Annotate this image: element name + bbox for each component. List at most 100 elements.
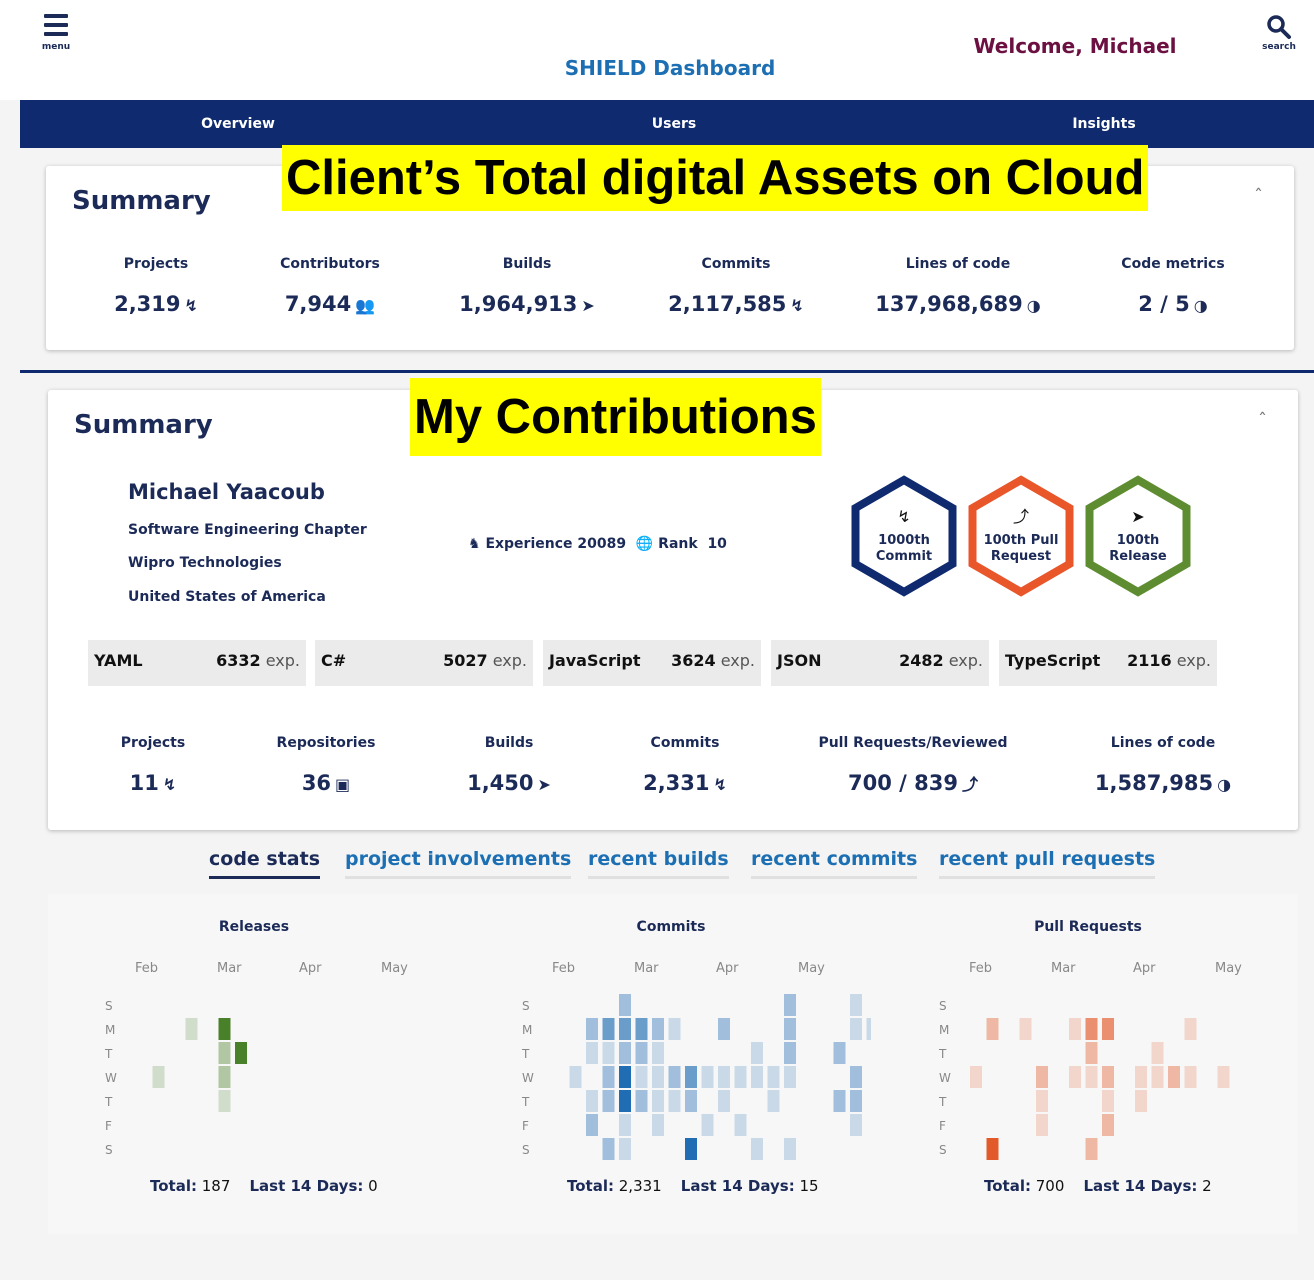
heatmap-cell[interactable] [635, 1018, 648, 1040]
heatmap-cell[interactable] [602, 1066, 615, 1088]
heatmap-cell[interactable] [218, 1090, 231, 1112]
heatmap-cell[interactable] [850, 1018, 862, 1040]
heatmap-cell[interactable] [718, 1066, 730, 1088]
heatmap-cell[interactable] [652, 1114, 664, 1136]
heatmap-cell[interactable] [767, 1090, 780, 1112]
heatmap-cell[interactable] [1151, 1042, 1164, 1064]
heatmap-cell[interactable] [602, 1090, 615, 1112]
heatmap-cell[interactable] [1085, 1066, 1098, 1088]
nav-insights[interactable]: Insights [1024, 116, 1184, 132]
heatmap-cell[interactable] [652, 1090, 664, 1112]
heatmap-cell[interactable] [619, 1138, 631, 1160]
heatmap-cell[interactable] [668, 1066, 681, 1088]
heatmap-cell[interactable] [718, 1018, 730, 1040]
heatmap-cell[interactable] [1102, 1066, 1114, 1088]
heatmap-cell[interactable] [850, 1090, 862, 1112]
heatmap-cell[interactable] [1069, 1066, 1081, 1088]
heatmap-cell[interactable] [986, 1138, 999, 1160]
tab-recent-pull-requests[interactable]: recent pull requests [939, 848, 1156, 879]
heatmap-cell[interactable] [218, 1018, 231, 1040]
heatmap-cell[interactable] [751, 1066, 763, 1088]
tab-recent-builds[interactable]: recent builds [588, 848, 729, 879]
heatmap-cell[interactable] [152, 1066, 165, 1088]
heatmap-cell[interactable] [784, 1066, 796, 1088]
heatmap-cell[interactable] [635, 1066, 648, 1088]
tab-project-involvements[interactable]: project involvements [345, 848, 572, 879]
heatmap-cell[interactable] [833, 1090, 846, 1112]
tab-recent-commits[interactable]: recent commits [751, 848, 918, 879]
heatmap-cell[interactable] [586, 1018, 598, 1040]
heatmap-cell[interactable] [685, 1090, 697, 1112]
heatmap-cell[interactable] [1085, 1042, 1098, 1064]
heatmap-cell[interactable] [619, 1090, 631, 1112]
heatmap-cell[interactable] [635, 1042, 648, 1064]
heatmap-cell[interactable] [1019, 1018, 1032, 1040]
heatmap-cell[interactable] [668, 1018, 681, 1040]
heatmap-cell[interactable] [619, 994, 631, 1016]
search-button[interactable]: search [1254, 14, 1304, 52]
heatmap-cell[interactable] [619, 1066, 631, 1088]
heatmap-cell[interactable] [1036, 1066, 1048, 1088]
heatmap-cell[interactable] [586, 1114, 598, 1136]
nav-users[interactable]: Users [594, 116, 754, 132]
heatmap-cell[interactable] [619, 1018, 631, 1040]
heatmap-cell[interactable] [1184, 1066, 1197, 1088]
heatmap-cell[interactable] [1102, 1090, 1114, 1112]
heatmap-cell[interactable] [784, 1018, 796, 1040]
heatmap-cell[interactable] [652, 1066, 664, 1088]
heatmap-cell[interactable] [718, 1090, 730, 1112]
heatmap-cell[interactable] [586, 1090, 598, 1112]
heatmap-cell[interactable] [833, 1042, 846, 1064]
heatmap-cell[interactable] [767, 1066, 780, 1088]
heatmap-cell[interactable] [635, 1090, 648, 1112]
nav-overview[interactable]: Overview [158, 116, 318, 132]
heatmap-cell[interactable] [602, 1138, 615, 1160]
heatmap-cell[interactable] [652, 1042, 664, 1064]
heatmap-cell[interactable] [602, 1042, 615, 1064]
heatmap-cell[interactable] [602, 1018, 615, 1040]
badge-release[interactable]: ➤ 100thRelease [1085, 475, 1191, 597]
heatmap-cell[interactable] [586, 1042, 598, 1064]
badge-commit[interactable]: ↯ 1000thCommit [851, 475, 957, 597]
heatmap-cell[interactable] [701, 1114, 714, 1136]
heatmap-cell[interactable] [685, 1138, 697, 1160]
heatmap-cell[interactable] [619, 1114, 631, 1136]
heatmap-cell[interactable] [1069, 1018, 1081, 1040]
heatmap-cell[interactable] [218, 1042, 231, 1064]
heatmap-cell[interactable] [734, 1066, 747, 1088]
heatmap-cell[interactable] [850, 1114, 862, 1136]
badge-request[interactable]: ⤴ 100th PullRequest [968, 475, 1074, 597]
heatmap-cell[interactable] [1217, 1066, 1230, 1088]
heatmap-cell[interactable] [701, 1066, 714, 1088]
heatmap-cell[interactable] [185, 1018, 198, 1040]
heatmap-cell[interactable] [751, 1042, 763, 1064]
heatmap-cell[interactable] [1168, 1066, 1180, 1088]
heatmap-cell[interactable] [1085, 1018, 1098, 1040]
heatmap-cell[interactable] [685, 1066, 697, 1088]
heatmap-cell[interactable] [569, 1066, 582, 1088]
heatmap-cell[interactable] [784, 994, 796, 1016]
heatmap-cell[interactable] [850, 994, 862, 1016]
collapse-chevron-icon[interactable]: ˆ [1258, 410, 1267, 431]
heatmap-cell[interactable] [619, 1042, 631, 1064]
heatmap-cell[interactable] [235, 1042, 247, 1064]
heatmap-cell[interactable] [1102, 1018, 1114, 1040]
heatmap-cell[interactable] [986, 1018, 999, 1040]
heatmap-cell[interactable] [218, 1066, 231, 1088]
heatmap-cell[interactable] [734, 1114, 747, 1136]
collapse-chevron-icon[interactable]: ˆ [1254, 186, 1263, 207]
heatmap-cell[interactable] [1102, 1114, 1114, 1136]
tab-code-stats[interactable]: code stats [209, 848, 321, 879]
heatmap-cell[interactable] [784, 1042, 796, 1064]
heatmap-cell[interactable] [751, 1138, 763, 1160]
heatmap-cell[interactable] [784, 1138, 796, 1160]
heatmap-cell[interactable] [1036, 1090, 1048, 1112]
heatmap-cell[interactable] [1085, 1138, 1098, 1160]
heatmap-cell[interactable] [866, 1018, 872, 1040]
heatmap-cell[interactable] [850, 1066, 862, 1088]
heatmap-cell[interactable] [1036, 1114, 1048, 1136]
heatmap-cell[interactable] [1135, 1066, 1147, 1088]
heatmap-cell[interactable] [668, 1090, 681, 1112]
heatmap-cell[interactable] [1151, 1066, 1164, 1088]
heatmap-cell[interactable] [1184, 1018, 1197, 1040]
